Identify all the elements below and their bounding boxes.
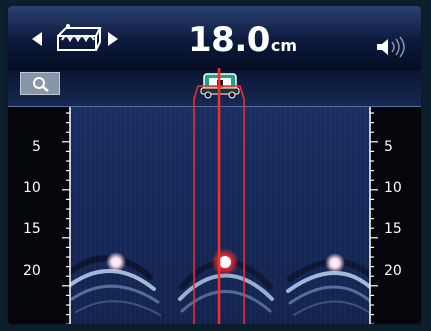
scanner-display: 18.0cm 5 10 15 20 5 10 15 20 — [6, 4, 423, 326]
laser-guides — [193, 68, 245, 324]
